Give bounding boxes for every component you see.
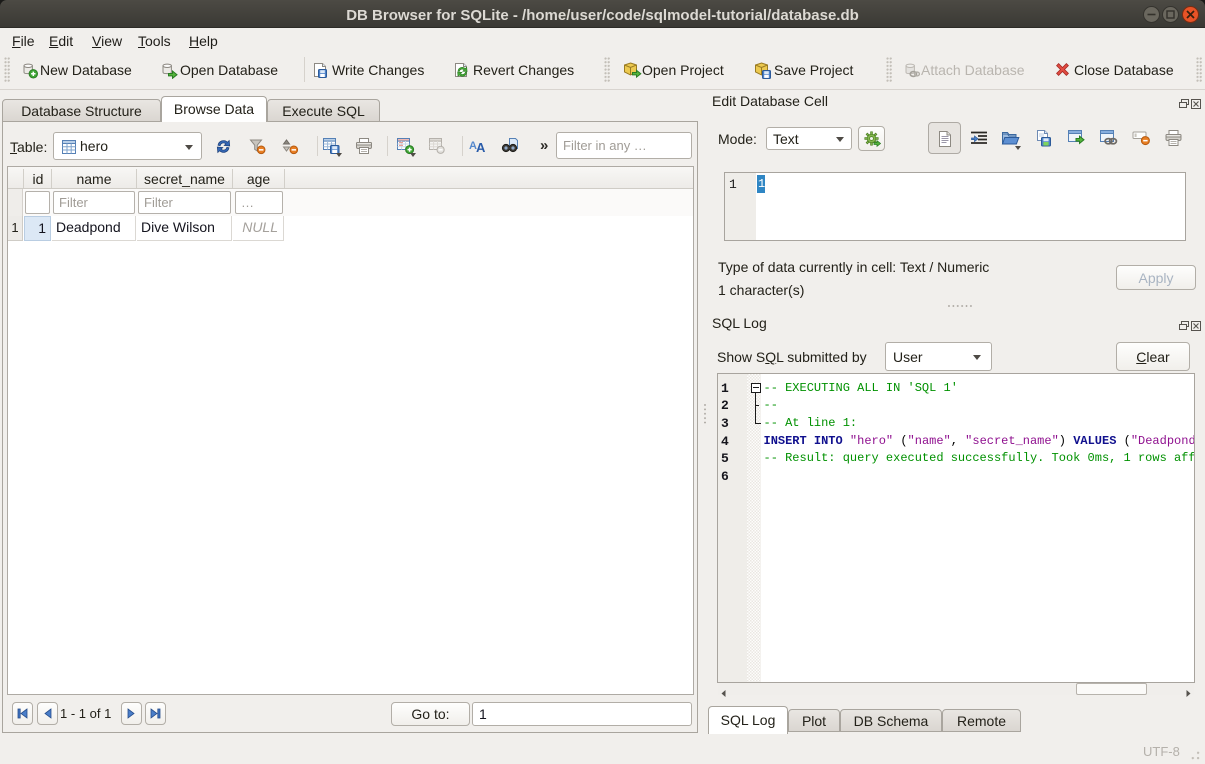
svg-text:A: A	[476, 140, 486, 154]
